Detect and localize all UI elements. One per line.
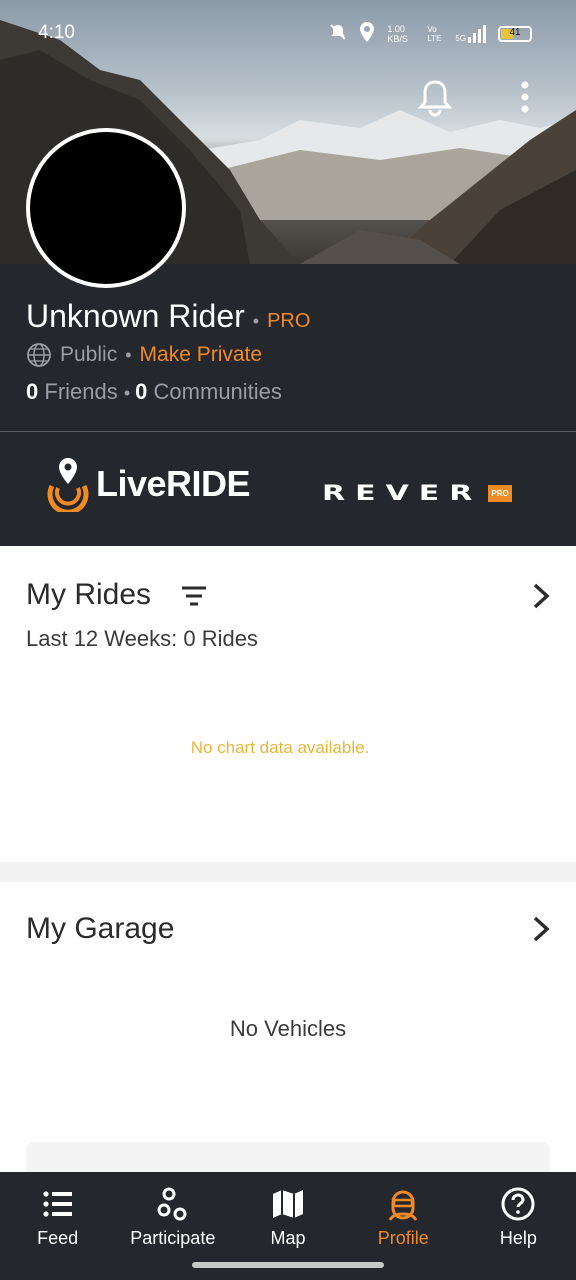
friends-count: 0 bbox=[26, 379, 39, 404]
separator-dot: • bbox=[123, 383, 136, 403]
nav-label: Profile bbox=[377, 1228, 429, 1248]
location-icon bbox=[359, 22, 375, 45]
network-type: 5G bbox=[455, 33, 466, 43]
rever-wordmark: REVER bbox=[322, 481, 483, 506]
separator-dot: • bbox=[252, 311, 260, 331]
section-spacer bbox=[0, 862, 576, 882]
help-icon bbox=[501, 1187, 535, 1221]
communities-count: 0 bbox=[135, 379, 148, 404]
empty-chart-message: No chart data available. bbox=[190, 738, 370, 757]
privacy-row: Public • Make Private bbox=[26, 342, 262, 368]
participate-icon bbox=[157, 1187, 187, 1221]
my-rides-title: My Rides bbox=[26, 578, 152, 611]
name-row: Unknown Rider • PRO bbox=[26, 298, 310, 335]
nav-label: Help bbox=[499, 1228, 537, 1248]
communities-label: Communities bbox=[153, 379, 282, 404]
separator-dot: • bbox=[125, 344, 132, 365]
chevron-right-icon[interactable] bbox=[532, 582, 550, 610]
liveride-pin-icon bbox=[47, 458, 89, 512]
communities-link[interactable]: 0 Communities bbox=[135, 379, 282, 404]
friends-link[interactable]: 0 Friends bbox=[26, 379, 118, 404]
rever-logo[interactable]: REVER PRO bbox=[322, 476, 512, 511]
home-indicator[interactable] bbox=[192, 1262, 384, 1268]
friends-label: Friends bbox=[44, 379, 118, 404]
bell-icon[interactable] bbox=[417, 78, 453, 118]
feed-icon bbox=[42, 1191, 72, 1217]
profile-icon bbox=[388, 1190, 418, 1221]
profile-panel: Unknown Rider • PRO Public • Make Privat… bbox=[0, 264, 576, 432]
status-time: 4:10 bbox=[38, 22, 75, 43]
nav-label: Participate bbox=[130, 1228, 216, 1248]
brand-banner: LiveRIDE REVER PRO bbox=[0, 432, 576, 546]
mute-icon bbox=[329, 23, 347, 44]
chevron-right-icon[interactable] bbox=[532, 915, 550, 943]
filter-icon[interactable] bbox=[180, 584, 208, 608]
rider-name: Unknown Rider bbox=[26, 298, 245, 334]
my-garage-title: My Garage bbox=[26, 912, 175, 945]
liveride-wordmark: LiveRIDE bbox=[96, 463, 251, 504]
signal-icon: 5G bbox=[455, 24, 486, 43]
status-bar: 4:10 1.00 KB/S Vo LTE 5G 41 bbox=[0, 0, 576, 64]
liveride-logo[interactable]: LiveRIDE bbox=[44, 456, 251, 512]
battery-icon: 41 bbox=[498, 25, 532, 42]
map-icon bbox=[273, 1190, 303, 1218]
my-garage-section[interactable]: My Garage No Vehicles bbox=[0, 882, 576, 1182]
nav-label: Map bbox=[270, 1228, 306, 1248]
my-rides-section[interactable]: My Rides Last 12 Weeks: 0 Rides No chart… bbox=[0, 546, 576, 862]
globe-icon bbox=[27, 343, 51, 367]
nav-feed[interactable]: Feed bbox=[0, 1172, 115, 1280]
nav-help[interactable]: Help bbox=[461, 1172, 576, 1280]
pro-badge: PRO bbox=[267, 310, 311, 332]
status-icons: 1.00 KB/S Vo LTE 5G 41 bbox=[329, 22, 532, 45]
counts-row: 0 Friends • 0 Communities bbox=[26, 379, 282, 405]
network-speed: 1.00 KB/S bbox=[387, 23, 408, 44]
make-private-link[interactable]: Make Private bbox=[140, 343, 263, 367]
more-vert-icon[interactable] bbox=[515, 80, 535, 116]
avatar[interactable] bbox=[26, 128, 186, 288]
battery-level: 41 bbox=[509, 26, 521, 38]
empty-garage-message: No Vehicles bbox=[229, 1016, 347, 1041]
nav-label: Feed bbox=[37, 1228, 79, 1248]
rever-pro-badge: PRO bbox=[488, 485, 512, 502]
visibility-label: Public bbox=[60, 343, 118, 366]
volte-indicator: Vo LTE bbox=[427, 24, 442, 43]
rides-summary: Last 12 Weeks: 0 Rides bbox=[26, 626, 258, 651]
